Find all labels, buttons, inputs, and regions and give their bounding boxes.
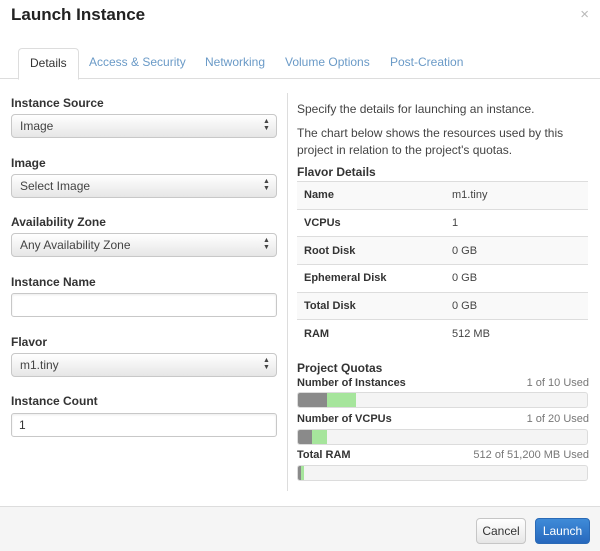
instance-source-value: Image [20, 119, 54, 133]
flavor-value: 512 MB [445, 319, 588, 348]
table-row: Ephemeral Disk 0 GB [297, 264, 588, 293]
launch-button[interactable]: Launch [535, 518, 590, 544]
table-row: VCPUs 1 [297, 208, 588, 237]
help-text-intro: Specify the details for launching an ins… [297, 102, 535, 116]
image-select[interactable]: Select Image ▲ ▼ [11, 174, 277, 198]
tab-details[interactable]: Details [18, 48, 79, 80]
tab-post-creation[interactable]: Post-Creation [379, 48, 474, 79]
flavor-details-title: Flavor Details [297, 165, 376, 179]
instance-count-input[interactable] [11, 413, 277, 437]
instance-name-input[interactable] [11, 293, 277, 317]
quota-bar-used [298, 393, 327, 407]
flavor-value: 1 [445, 208, 588, 237]
quota-bar-used [298, 430, 313, 444]
tab-networking[interactable]: Networking [194, 48, 276, 79]
quota-instances-used: 1 of 10 Used [526, 377, 589, 389]
availability-zone-value: Any Availability Zone [20, 238, 131, 252]
flavor-key: Total Disk [297, 291, 445, 320]
flavor-select[interactable]: m1.tiny ▲ ▼ [11, 353, 277, 377]
close-icon[interactable]: × [580, 7, 589, 22]
project-quotas-title: Project Quotas [297, 361, 383, 375]
flavor-value: m1.tiny [20, 358, 59, 372]
select-arrows-icon: ▲ ▼ [263, 118, 270, 132]
instance-count-label: Instance Count [11, 394, 98, 408]
table-row: Root Disk 0 GB [297, 236, 588, 265]
quota-instances-label: Number of Instances [297, 377, 406, 389]
column-divider [287, 93, 288, 491]
table-row: RAM 512 MB [297, 319, 588, 348]
flavor-key: Name [297, 181, 445, 210]
flavor-value: 0 GB [445, 236, 588, 265]
flavor-value: 0 GB [445, 264, 588, 293]
quota-vcpus-bar [297, 429, 588, 445]
flavor-key: Root Disk [297, 236, 445, 265]
quota-ram-used: 512 of 51,200 MB Used [473, 449, 589, 461]
select-arrows-icon: ▲ ▼ [263, 357, 270, 371]
flavor-key: RAM [297, 319, 445, 348]
help-text-chart: The chart below shows the resources used… [297, 126, 564, 157]
tab-access-security[interactable]: Access & Security [78, 48, 197, 79]
modal-header: Launch Instance × [0, 0, 600, 34]
select-arrows-icon: ▲ ▼ [263, 237, 270, 251]
select-arrows-icon: ▲ ▼ [263, 178, 270, 192]
availability-zone-label: Availability Zone [11, 215, 106, 229]
flavor-value: 0 GB [445, 291, 588, 320]
quota-bar-added [326, 393, 356, 407]
instance-source-select[interactable]: Image ▲ ▼ [11, 114, 277, 138]
tab-volume-options[interactable]: Volume Options [274, 48, 381, 79]
image-label: Image [11, 156, 46, 170]
flavor-key: Ephemeral Disk [297, 264, 445, 293]
availability-zone-select[interactable]: Any Availability Zone ▲ ▼ [11, 233, 277, 257]
quota-vcpus-label: Number of VCPUs [297, 413, 392, 425]
modal-title: Launch Instance [11, 5, 146, 24]
flavor-details-table: Name m1.tiny VCPUs 1 Root Disk 0 GB Ephe… [297, 181, 588, 348]
quota-instances-bar [297, 392, 588, 408]
cancel-button[interactable]: Cancel [476, 518, 526, 544]
flavor-value: m1.tiny [445, 181, 588, 210]
quota-ram-label: Total RAM [297, 449, 351, 461]
instance-source-label: Instance Source [11, 96, 104, 110]
quota-bar-added [312, 430, 327, 444]
table-row: Total Disk 0 GB [297, 291, 588, 320]
quota-bar-added [301, 466, 305, 480]
launch-instance-modal: Launch Instance × Details Access & Secur… [0, 0, 600, 551]
flavor-key: VCPUs [297, 208, 445, 237]
image-value: Select Image [20, 179, 91, 193]
flavor-label: Flavor [11, 335, 48, 349]
instance-name-label: Instance Name [11, 275, 96, 289]
quota-ram-bar [297, 465, 588, 481]
quota-vcpus-used: 1 of 20 Used [526, 413, 589, 425]
table-row: Name m1.tiny [297, 181, 588, 210]
tab-bar: Details Access & Security Networking Vol… [0, 48, 600, 80]
modal-footer: Cancel Launch [0, 506, 600, 551]
